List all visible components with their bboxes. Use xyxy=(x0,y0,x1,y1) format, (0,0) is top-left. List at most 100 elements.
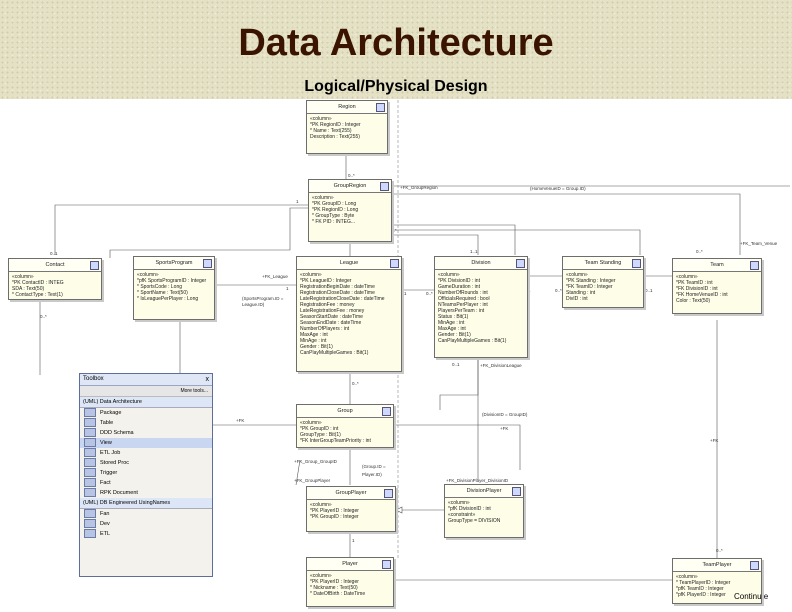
rel-label: +FK_DivisionPlayer_DivisionID xyxy=(446,478,509,483)
rel-mult: 1 xyxy=(352,538,355,543)
entity-league[interactable]: League «column» *PK LeagueID : Integer R… xyxy=(296,256,402,372)
table-icon xyxy=(390,259,399,268)
toolbox-item-trigger[interactable]: Trigger xyxy=(80,468,212,478)
entity-division[interactable]: Division «column» *PK DivisionID : int G… xyxy=(434,256,528,358)
table-icon xyxy=(84,418,96,428)
toolbox-group-data-architecture[interactable]: (UML) Data Architecture xyxy=(80,397,212,408)
entity-region[interactable]: Region «column» *PK RegionID : Integer *… xyxy=(306,100,388,154)
rel-mult: +FK xyxy=(236,418,244,423)
document-icon xyxy=(84,488,96,498)
entity-group-region-name: GroupRegion xyxy=(333,183,367,189)
rel-label: +FK_League xyxy=(262,274,288,279)
rel-mult: 0..1 xyxy=(645,288,653,293)
continue-link[interactable]: Continu e xyxy=(734,592,768,601)
entity-division-name: Division xyxy=(471,260,491,266)
table-icon xyxy=(376,103,385,112)
rel-label: +FK_Team_Venue xyxy=(740,241,778,246)
toolbox-item-dev[interactable]: Dev xyxy=(80,519,212,529)
table-icon xyxy=(512,487,521,496)
rel-mult: 0..* xyxy=(348,173,355,178)
entity-division-columns: «column» *PK DivisionID : int GameDurati… xyxy=(438,272,507,344)
rel-label: (SportsProgram.ID = xyxy=(242,296,284,301)
table-icon xyxy=(382,560,391,569)
entity-group-region-columns: «column» *PK GroupID : Long *PK RegionID… xyxy=(312,195,359,225)
package-icon xyxy=(84,408,96,418)
table-icon xyxy=(516,259,525,268)
entity-team-standing[interactable]: Team Standing «column» *PK Standing : In… xyxy=(562,256,644,308)
rel-mult: 1 xyxy=(286,286,289,291)
procedure-icon xyxy=(84,458,96,468)
toolbox-item-rpk-document[interactable]: RPK Document xyxy=(80,488,212,498)
entity-player[interactable]: Player «column» *PK PlayerID : Integer *… xyxy=(306,557,394,607)
entity-region-columns: «column» *PK RegionID : Integer * Name :… xyxy=(310,116,361,140)
table-icon xyxy=(750,261,759,270)
rel-label: (HomeVenueID = Group.ID) xyxy=(530,186,586,191)
trigger-icon xyxy=(84,468,96,478)
entity-sports-program[interactable]: SportsProgram «column» *pfK SportsProgra… xyxy=(133,256,215,320)
entity-player-name: Player xyxy=(342,561,358,567)
etl-icon xyxy=(84,448,96,458)
toolbox-item-etl[interactable]: ETL xyxy=(80,529,212,539)
more-tools-button[interactable]: More tools... xyxy=(80,386,212,397)
rel-mult: 1 xyxy=(528,288,531,293)
rel-label: +FK_Group_GroupID xyxy=(294,459,338,464)
rel-label: (DivisionID = GroupID) xyxy=(482,412,528,417)
entity-division-player[interactable]: DivisionPlayer «column» *pfK DivisionID … xyxy=(444,484,524,538)
rel-mult: 0..* xyxy=(426,291,433,296)
entity-team-standing-name: Team Standing xyxy=(584,260,622,266)
entity-group-name: Group xyxy=(337,408,353,414)
toolbox-item-package[interactable]: Package xyxy=(80,408,212,418)
rel-mult: 0..* xyxy=(40,314,47,319)
table-icon xyxy=(632,259,641,268)
rel-mult: +FK xyxy=(710,438,718,443)
rel-mult: 0..* xyxy=(696,249,703,254)
table-icon xyxy=(384,489,393,498)
entity-team-standing-columns: «column» *PK Standing : Integer *FK Team… xyxy=(566,272,616,302)
toolbox-panel[interactable]: Toolbox x More tools... (UML) Data Archi… xyxy=(79,373,213,577)
entity-team-columns: «column» *PK TeamID : int *FK DivisionID… xyxy=(676,274,728,304)
rel-mult: 1..1 xyxy=(470,249,478,254)
fact-icon xyxy=(84,478,96,488)
table-icon xyxy=(382,407,391,416)
entity-group-columns: «column» *PK GroupID : int GroupType : B… xyxy=(300,420,371,444)
toolbox-item-view[interactable]: View xyxy=(80,438,212,448)
entity-group-player[interactable]: GroupPlayer «column» *PK PlayerID : Inte… xyxy=(306,486,396,532)
entity-group[interactable]: Group «column» *PK GroupID : int GroupTy… xyxy=(296,404,394,448)
toolbox-item-etl-job[interactable]: ETL Job xyxy=(80,448,212,458)
rel-label: +FK_GroupRegion xyxy=(400,185,438,190)
entity-league-columns: «column» *PK LeagueID : Integer Registra… xyxy=(300,272,385,356)
toolbox-title-bar[interactable]: Toolbox x xyxy=(80,374,212,386)
rel-mult: 0..1 xyxy=(452,362,460,367)
etl-icon xyxy=(84,529,96,539)
table-icon xyxy=(750,561,759,570)
entity-contact[interactable]: Contact «column» *PK ContactID : INTEG S… xyxy=(8,258,102,300)
entity-group-player-columns: «column» *PK PlayerID : Integer *PK Grou… xyxy=(310,502,359,520)
entity-region-name: Region xyxy=(338,104,356,110)
toolbox-item-stored-proc[interactable]: Stored Proc xyxy=(80,458,212,468)
entity-contact-columns: «column» *PK ContactID : INTEG SDA : Tex… xyxy=(12,274,64,298)
schema-icon xyxy=(84,428,96,438)
rel-label: Player.ID) xyxy=(362,472,382,477)
rel-mult: 1 xyxy=(296,199,299,204)
entity-team-name: Team xyxy=(710,262,724,268)
table-icon xyxy=(380,182,389,191)
entity-contact-name: Contact xyxy=(45,262,65,268)
entity-sports-program-columns: «column» *pfK SportsProgramID : Integer … xyxy=(137,272,207,302)
toolbox-item-ddd-schema[interactable]: DDD Schema xyxy=(80,428,212,438)
toolbox-item-fact[interactable]: Fact xyxy=(80,478,212,488)
entity-group-region[interactable]: GroupRegion «column» *PK GroupID : Long … xyxy=(308,179,392,242)
close-icon[interactable]: x xyxy=(206,375,210,384)
rel-label: (Group.ID = xyxy=(362,464,386,469)
toolbox-item-fan[interactable]: Fan xyxy=(80,509,212,519)
rel-mult: 0..* xyxy=(352,381,359,386)
entity-group-player-name: GroupPlayer xyxy=(335,490,367,496)
rel-label: +FK_DivisionLeague xyxy=(480,363,522,368)
rel-mult: 1 xyxy=(404,291,407,296)
entity-team[interactable]: Team «column» *PK TeamID : int *FK Divis… xyxy=(672,258,762,314)
rel-mult: +FK xyxy=(500,426,508,431)
entity-sports-program-name: SportsProgram xyxy=(155,260,193,266)
fan-icon xyxy=(84,509,96,519)
toolbox-group-db-engineered[interactable]: (UML) DB Engineered UsingNames xyxy=(80,498,212,509)
toolbox-item-table[interactable]: Table xyxy=(80,418,212,428)
view-icon xyxy=(84,438,96,448)
